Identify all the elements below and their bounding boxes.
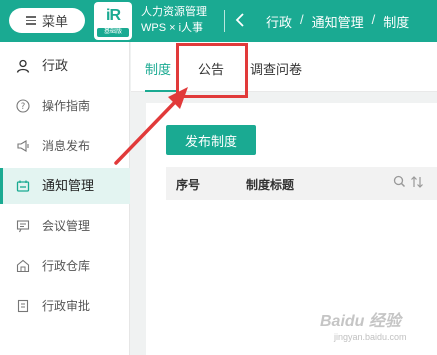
sidebar-item-meetings[interactable]: 会议管理 [0, 208, 130, 244]
sidebar-item-label: 通知管理 [42, 178, 95, 193]
sidebar-item-messages[interactable]: 消息发布 [0, 128, 130, 164]
person-icon [16, 59, 30, 73]
search-icon[interactable] [393, 175, 406, 188]
breadcrumb-separator: / [300, 12, 304, 27]
sidebar-item-guide[interactable]: ? 操作指南 [0, 88, 130, 124]
menu-button[interactable]: 菜单 [9, 8, 85, 33]
app-logo[interactable]: iR 基础版 [94, 2, 132, 40]
watermark-url: jingyan.baidu.com [334, 332, 407, 342]
breadcrumb-item[interactable]: 通知管理 [312, 12, 364, 31]
logo-edition: 基础版 [97, 28, 129, 37]
sort-icon[interactable] [411, 176, 423, 188]
warehouse-icon [16, 259, 30, 273]
breadcrumb-separator: / [371, 12, 376, 27]
meeting-icon [16, 220, 30, 233]
svg-text:?: ? [21, 102, 26, 112]
back-chevron-icon[interactable] [235, 13, 245, 27]
app-name-line1: 人力资源管理 [141, 6, 207, 18]
megaphone-icon [17, 140, 29, 152]
sidebar: 行政 ? 操作指南 消息发布 通知管理 会议管理 行政仓库 行政审批 [0, 42, 130, 355]
help-circle-icon: ? [16, 99, 30, 113]
sidebar-item-label: 行政仓库 [42, 259, 91, 273]
header-divider [224, 10, 225, 32]
sidebar-item-label: 行政 [42, 58, 69, 73]
app-name-line2: WPS × i人事 [141, 22, 204, 34]
tab-surveys[interactable]: 调查问卷 [250, 59, 302, 78]
notice-icon [16, 180, 30, 192]
breadcrumb: 行政 / 通知管理 / 制度 [266, 12, 409, 31]
app-name: 人力资源管理 WPS × i人事 [141, 4, 207, 36]
breadcrumb-item[interactable]: 行政 [266, 12, 292, 31]
publish-regulation-button[interactable]: 发布制度 [166, 125, 256, 155]
sidebar-item-warehouse[interactable]: 行政仓库 [0, 248, 130, 284]
sidebar-item-label: 会议管理 [42, 219, 91, 233]
approval-icon [17, 299, 29, 313]
breadcrumb-item: 制度 [383, 15, 410, 30]
sidebar-item-label: 操作指南 [42, 99, 91, 113]
annotation-highlight-box [176, 43, 248, 98]
sidebar-item-admin[interactable]: 行政 [0, 48, 130, 84]
column-tools [393, 175, 423, 188]
column-header-index: 序号 [176, 178, 201, 192]
logo-mark: iR [106, 7, 121, 24]
sidebar-item-label: 行政审批 [42, 299, 91, 313]
watermark: Baidu 经验 [320, 313, 401, 330]
sidebar-item-notices[interactable]: 通知管理 [0, 168, 130, 204]
sidebar-item-label: 消息发布 [42, 139, 91, 153]
menu-button-label: 菜单 [41, 14, 68, 29]
menu-icon [25, 16, 36, 25]
sidebar-item-approval[interactable]: 行政审批 [0, 288, 130, 324]
column-header-title: 制度标题 [246, 178, 295, 192]
top-header: 菜单 iR 基础版 人力资源管理 WPS × i人事 行政 / 通知管理 / 制… [0, 0, 437, 42]
active-tab-indicator [145, 90, 177, 92]
tab-regulations[interactable]: 制度 [145, 59, 171, 78]
